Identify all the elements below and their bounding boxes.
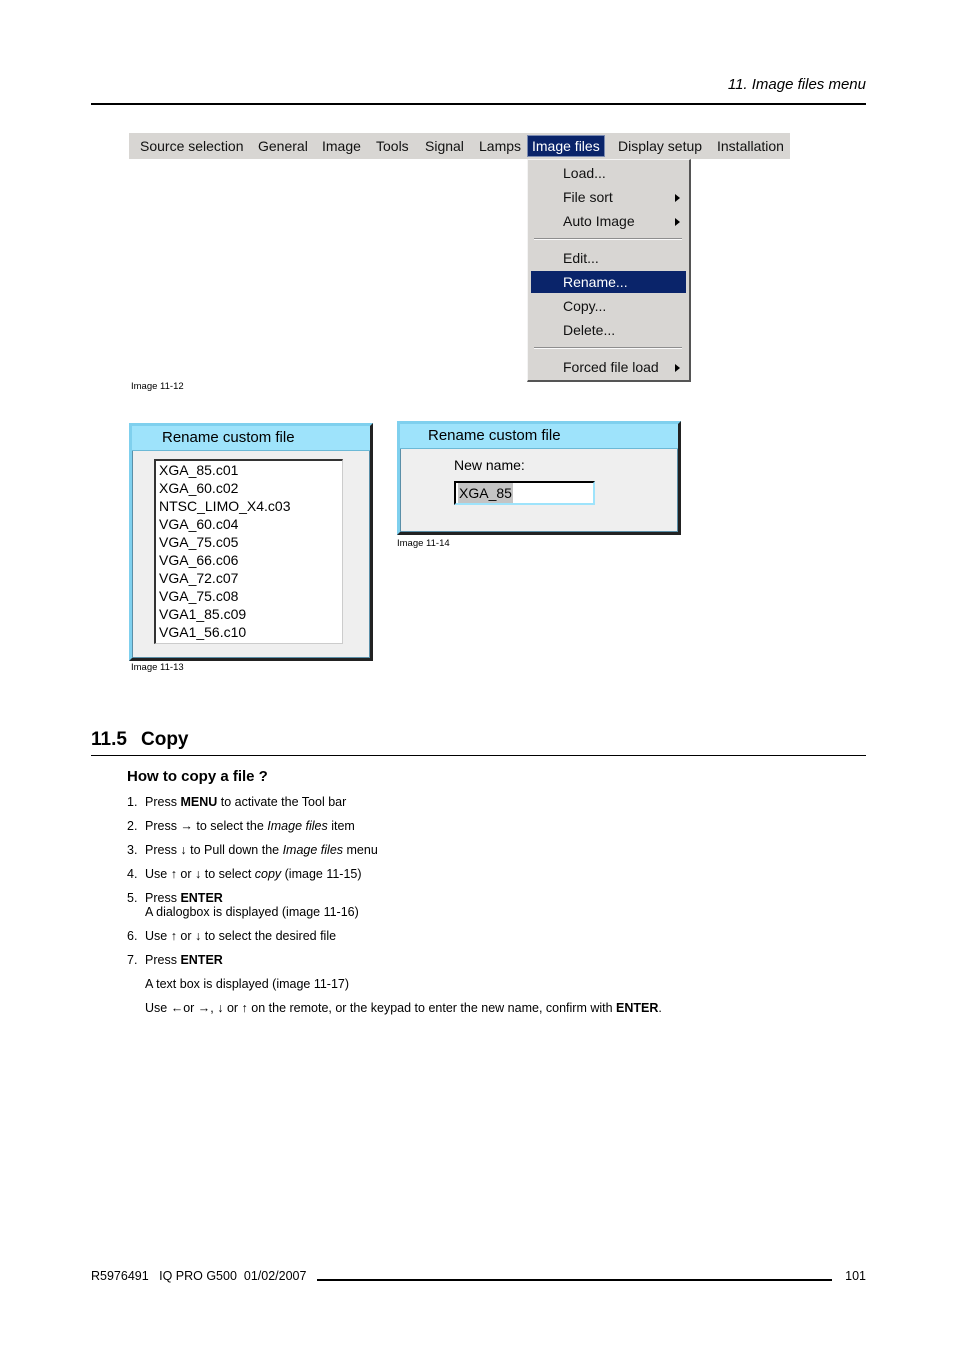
menu-image-files[interactable]: Image files <box>527 135 605 157</box>
menu-item-auto-image[interactable]: Auto Image <box>531 210 686 232</box>
file-list-item[interactable]: VGA1_85.c09 <box>159 605 246 623</box>
step-7-detail-1: A text box is displayed (image 11-17) <box>145 977 350 991</box>
file-list-item[interactable]: XGA_60.c02 <box>159 479 238 497</box>
step-7: 7. Press ENTER <box>127 953 223 967</box>
step-2: 2. Press → to select the Image files item <box>127 819 355 833</box>
menu-general[interactable]: General <box>254 136 312 156</box>
section-heading: 11.5 Copy <box>91 729 189 751</box>
menu-image[interactable]: Image <box>318 136 365 156</box>
footer-doc-info: R5976491 IQ PRO G500 01/02/2007 <box>91 1269 307 1283</box>
menu-item-copy[interactable]: Copy... <box>531 295 686 317</box>
caption-image-11-13: Image 11-13 <box>131 662 184 673</box>
running-head: 11. Image files menu <box>727 76 866 93</box>
header-rule <box>91 103 866 105</box>
menu-item-load[interactable]: Load... <box>531 162 686 184</box>
caption-image-11-14: Image 11-14 <box>397 538 450 549</box>
step-1: 1. Press MENU to activate the Tool bar <box>127 795 347 809</box>
menu-separator <box>534 347 682 349</box>
submenu-arrow-icon <box>675 364 680 372</box>
dialog-title-bar: Rename custom file <box>132 426 370 451</box>
file-list-item[interactable]: NTSC_LIMO_X4.c03 <box>159 497 291 515</box>
menu-item-label: Forced file load <box>563 359 659 375</box>
page-number: 101 <box>845 1269 866 1283</box>
subsection-title: How to copy a file ? <box>127 768 268 785</box>
dialog-title-bar: Rename custom file <box>400 424 678 449</box>
menu-tools[interactable]: Tools <box>372 136 413 156</box>
dialog-title: Rename custom file <box>162 429 295 446</box>
step-5: 5. Press ENTER <box>127 891 223 905</box>
file-list-item[interactable]: VGA_75.c08 <box>159 587 238 605</box>
file-listbox[interactable]: XGA_85.c01 XGA_60.c02 NTSC_LIMO_X4.c03 V… <box>154 459 343 644</box>
submenu-arrow-icon <box>675 194 680 202</box>
menu-separator <box>534 238 682 240</box>
menu-item-forced-file-load[interactable]: Forced file load <box>531 356 686 378</box>
submenu-arrow-icon <box>675 218 680 226</box>
image-files-dropdown: Load... File sort Auto Image Edit... Ren… <box>527 159 691 382</box>
new-name-label: New name: <box>454 457 525 473</box>
menu-item-label: Delete... <box>563 322 616 338</box>
menu-lamps[interactable]: Lamps <box>475 136 525 156</box>
menu-item-label: Rename... <box>563 274 628 290</box>
menu-display-setup[interactable]: Display setup <box>614 136 706 156</box>
menu-bar: Source selection General Image Tools Sig… <box>129 133 790 159</box>
menu-installation[interactable]: Installation <box>713 136 788 156</box>
section-number: 11.5 <box>91 729 127 750</box>
menu-item-label: File sort <box>563 189 613 205</box>
step-3: 3. Press ↓ to Pull down the Image files m… <box>127 843 378 857</box>
step-4: 4. Use ↑ or ↓ to select copy (image 11-15… <box>127 867 362 881</box>
menu-item-label: Copy... <box>563 298 607 314</box>
menu-item-label: Edit... <box>563 250 599 266</box>
caption-image-11-12: Image 11-12 <box>131 381 184 392</box>
file-list-item[interactable]: VGA_60.c04 <box>159 515 238 533</box>
step-5-detail: A dialogbox is displayed (image 11-16) <box>145 905 359 919</box>
section-rule <box>91 755 866 756</box>
footer-rule <box>317 1279 832 1281</box>
section-title: Copy <box>141 729 189 750</box>
step-7-detail-2: Use ←or →, ↓ or ↑ on the remote, or the … <box>145 1001 662 1015</box>
menu-signal[interactable]: Signal <box>421 136 468 156</box>
menu-item-label: Load... <box>563 165 606 181</box>
file-list-item[interactable]: VGA_66.c06 <box>159 551 238 569</box>
file-list-item[interactable]: XGA_85.c01 <box>159 461 238 479</box>
new-name-value: XGA_85 <box>458 483 513 503</box>
step-6: 6. Use ↑ or ↓ to select the desired file <box>127 929 337 943</box>
rename-new-name-dialog: Rename custom file New name: XGA_85 <box>397 421 681 535</box>
menu-item-edit[interactable]: Edit... <box>531 247 686 269</box>
menu-item-delete[interactable]: Delete... <box>531 319 686 341</box>
menu-source-selection[interactable]: Source selection <box>136 136 248 156</box>
menu-item-file-sort[interactable]: File sort <box>531 186 686 208</box>
dialog-title: Rename custom file <box>428 427 561 444</box>
file-list-item[interactable]: VGA_72.c07 <box>159 569 238 587</box>
rename-file-list-dialog: Rename custom file XGA_85.c01 XGA_60.c02… <box>129 423 373 661</box>
new-name-input[interactable]: XGA_85 <box>454 481 595 505</box>
menu-item-rename[interactable]: Rename... <box>531 271 686 293</box>
file-list-item[interactable]: VGA_75.c05 <box>159 533 238 551</box>
file-list-item[interactable]: VGA1_56.c10 <box>159 623 246 641</box>
menu-item-label: Auto Image <box>563 213 635 229</box>
